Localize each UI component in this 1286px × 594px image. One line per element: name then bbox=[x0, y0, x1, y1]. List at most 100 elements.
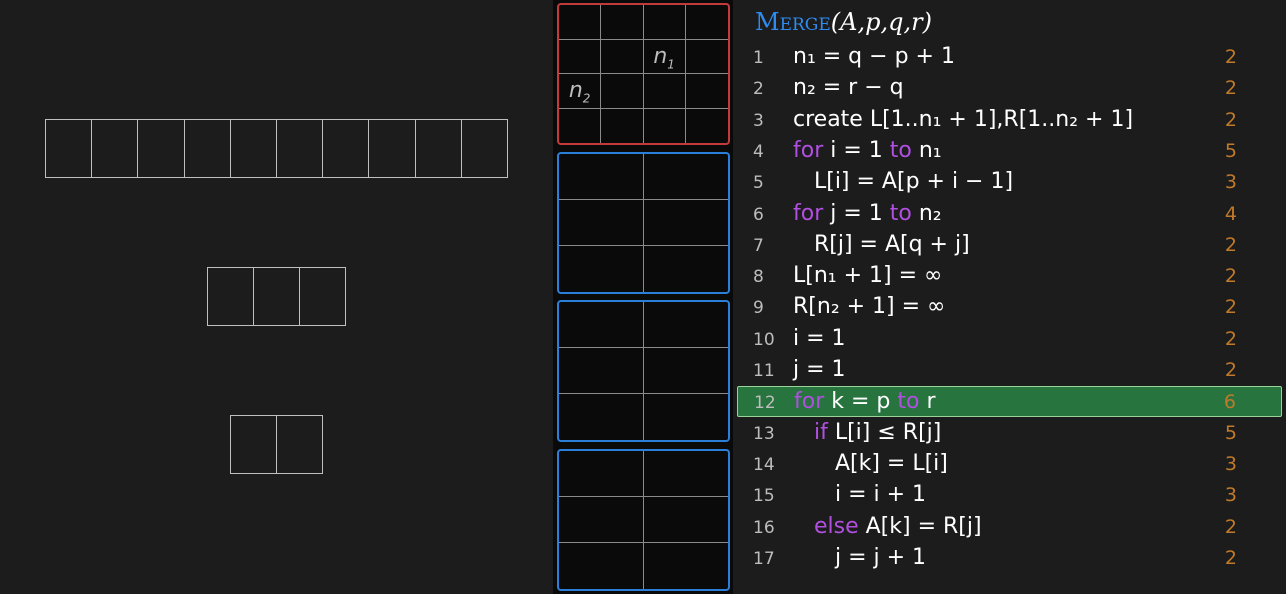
execution-count: 4 bbox=[1224, 202, 1237, 225]
line-text: L[n₁ + 1] = ∞ bbox=[793, 263, 942, 288]
code-text: L[i] ≤ R[j] bbox=[827, 419, 942, 445]
frame-cell bbox=[559, 154, 644, 200]
array-cell bbox=[322, 119, 370, 178]
code-text: R[n₂ + 1] = ∞ bbox=[793, 294, 946, 320]
line-number: 11 bbox=[753, 361, 775, 381]
code-text: j = j + 1 bbox=[793, 544, 927, 570]
line-text: R[j] = A[q + j] bbox=[793, 232, 970, 257]
execution-count: 2 bbox=[1224, 515, 1237, 538]
frame-cell bbox=[601, 39, 644, 74]
line-number: 14 bbox=[753, 454, 775, 475]
keyword: for bbox=[793, 200, 824, 226]
code-text: L[i] = A[p + i − 1] bbox=[793, 169, 1014, 195]
line-number: 7 bbox=[753, 235, 764, 256]
array-cell bbox=[368, 119, 416, 178]
code-text: L[n₁ + 1] = ∞ bbox=[793, 263, 943, 289]
code-text: A[k] = R[j] bbox=[858, 513, 982, 539]
stack-frame bbox=[557, 152, 730, 294]
line-number: 9 bbox=[753, 298, 764, 319]
line-text: j = j + 1 bbox=[793, 545, 926, 570]
line-number: 12 bbox=[754, 393, 776, 414]
code-line: 10 i = 1 2 bbox=[737, 324, 1282, 355]
frame-cell bbox=[601, 5, 644, 40]
execution-count: 3 bbox=[1224, 484, 1237, 507]
line-text: n₁ = q − p + 1 bbox=[793, 44, 955, 69]
line-number: 8 bbox=[753, 267, 764, 288]
line-text: create L[1..n₁ + 1],R[1..n₂ + 1] bbox=[793, 107, 1133, 132]
array-cell bbox=[183, 119, 231, 178]
line-text: L[i] = A[p + i − 1] bbox=[793, 169, 1013, 194]
stack-frame bbox=[557, 300, 730, 442]
code-text: create L[1..n₁ + 1],R[1..n₂ + 1] bbox=[793, 106, 1134, 132]
frame-cell bbox=[685, 40, 728, 74]
line-text: n₂ = r − q bbox=[793, 75, 904, 100]
array-cell bbox=[276, 119, 324, 178]
frame-cell bbox=[643, 5, 686, 40]
frame-cell bbox=[559, 200, 644, 246]
code-line: 1 n₁ = q − p + 1 2 bbox=[737, 42, 1282, 73]
line-number: 10 bbox=[753, 329, 775, 350]
code-line: 4 for i = 1 to n₁ 5 bbox=[737, 136, 1282, 167]
frame-cell bbox=[643, 497, 728, 543]
keyword: to bbox=[889, 137, 912, 163]
array-cell bbox=[137, 119, 185, 178]
keyword: for bbox=[793, 137, 824, 163]
code-text: n₂ = r − q bbox=[793, 75, 904, 101]
keyword: to bbox=[889, 200, 912, 226]
execution-count: 2 bbox=[1224, 46, 1237, 68]
code-text: i = 1 bbox=[823, 137, 890, 163]
line-number: 17 bbox=[753, 548, 775, 569]
frame-cell bbox=[559, 497, 644, 543]
code-line: 16 else A[k] = R[j] 2 bbox=[737, 512, 1282, 543]
execution-count: 2 bbox=[1224, 233, 1237, 256]
frame-cell bbox=[644, 246, 729, 292]
procedure-title: Merge(A,p,q,r) bbox=[755, 8, 932, 36]
line-text: for j = 1 to n₂ bbox=[793, 201, 942, 226]
line-number: 15 bbox=[753, 486, 775, 507]
code-text: n₁ bbox=[911, 137, 942, 163]
frame-cell bbox=[643, 302, 728, 348]
keyword: if bbox=[813, 419, 828, 445]
execution-count: 6 bbox=[1223, 391, 1236, 414]
execution-count: 3 bbox=[1224, 171, 1237, 194]
call-stack-panel: n1 n2 bbox=[553, 0, 733, 594]
code-text: R[j] = A[q + j] bbox=[793, 231, 970, 257]
frame-cell bbox=[685, 5, 728, 40]
array-cell bbox=[207, 267, 254, 326]
keyword: else bbox=[813, 513, 859, 539]
frame-cell bbox=[559, 348, 644, 394]
frame-cell bbox=[643, 154, 728, 200]
line-text: for k = p to r bbox=[794, 389, 936, 414]
execution-count: 2 bbox=[1224, 327, 1237, 350]
code-text: r bbox=[919, 389, 936, 415]
frame-cell bbox=[601, 108, 644, 143]
line-number: 4 bbox=[753, 141, 764, 162]
line-text: A[k] = L[i] bbox=[793, 451, 948, 476]
array-cell bbox=[45, 119, 93, 178]
code-line: 7 R[j] = A[q + j] 2 bbox=[737, 230, 1282, 261]
line-text: R[n₂ + 1] = ∞ bbox=[793, 294, 945, 319]
frame-cell bbox=[643, 74, 686, 109]
line-text: i = i + 1 bbox=[793, 482, 926, 507]
code-text: i = i + 1 bbox=[793, 482, 927, 508]
frame-cell bbox=[644, 543, 729, 589]
frame-cell: n1 bbox=[643, 39, 686, 74]
line-number: 1 bbox=[753, 48, 764, 68]
frame-cell bbox=[559, 39, 602, 74]
array-cell bbox=[276, 415, 323, 474]
code-line: 2 n₂ = r − q 2 bbox=[737, 73, 1282, 104]
frame-cell bbox=[559, 5, 602, 40]
frame-cell bbox=[559, 543, 644, 589]
line-number: 3 bbox=[753, 110, 764, 131]
array-cell bbox=[253, 267, 300, 326]
code-line: 3 create L[1..n₁ + 1],R[1..n₂ + 1] 2 bbox=[737, 105, 1282, 136]
line-text: for i = 1 to n₁ bbox=[793, 138, 942, 163]
frame-cell bbox=[601, 74, 644, 109]
code-text: j = 1 bbox=[823, 200, 890, 226]
line-text: j = 1 bbox=[793, 357, 846, 382]
line-number: 6 bbox=[753, 204, 764, 225]
procedure-args: (A,p,q,r) bbox=[830, 8, 932, 36]
line-number: 5 bbox=[753, 173, 764, 194]
array-cell bbox=[230, 415, 277, 474]
array-cell bbox=[299, 267, 346, 326]
